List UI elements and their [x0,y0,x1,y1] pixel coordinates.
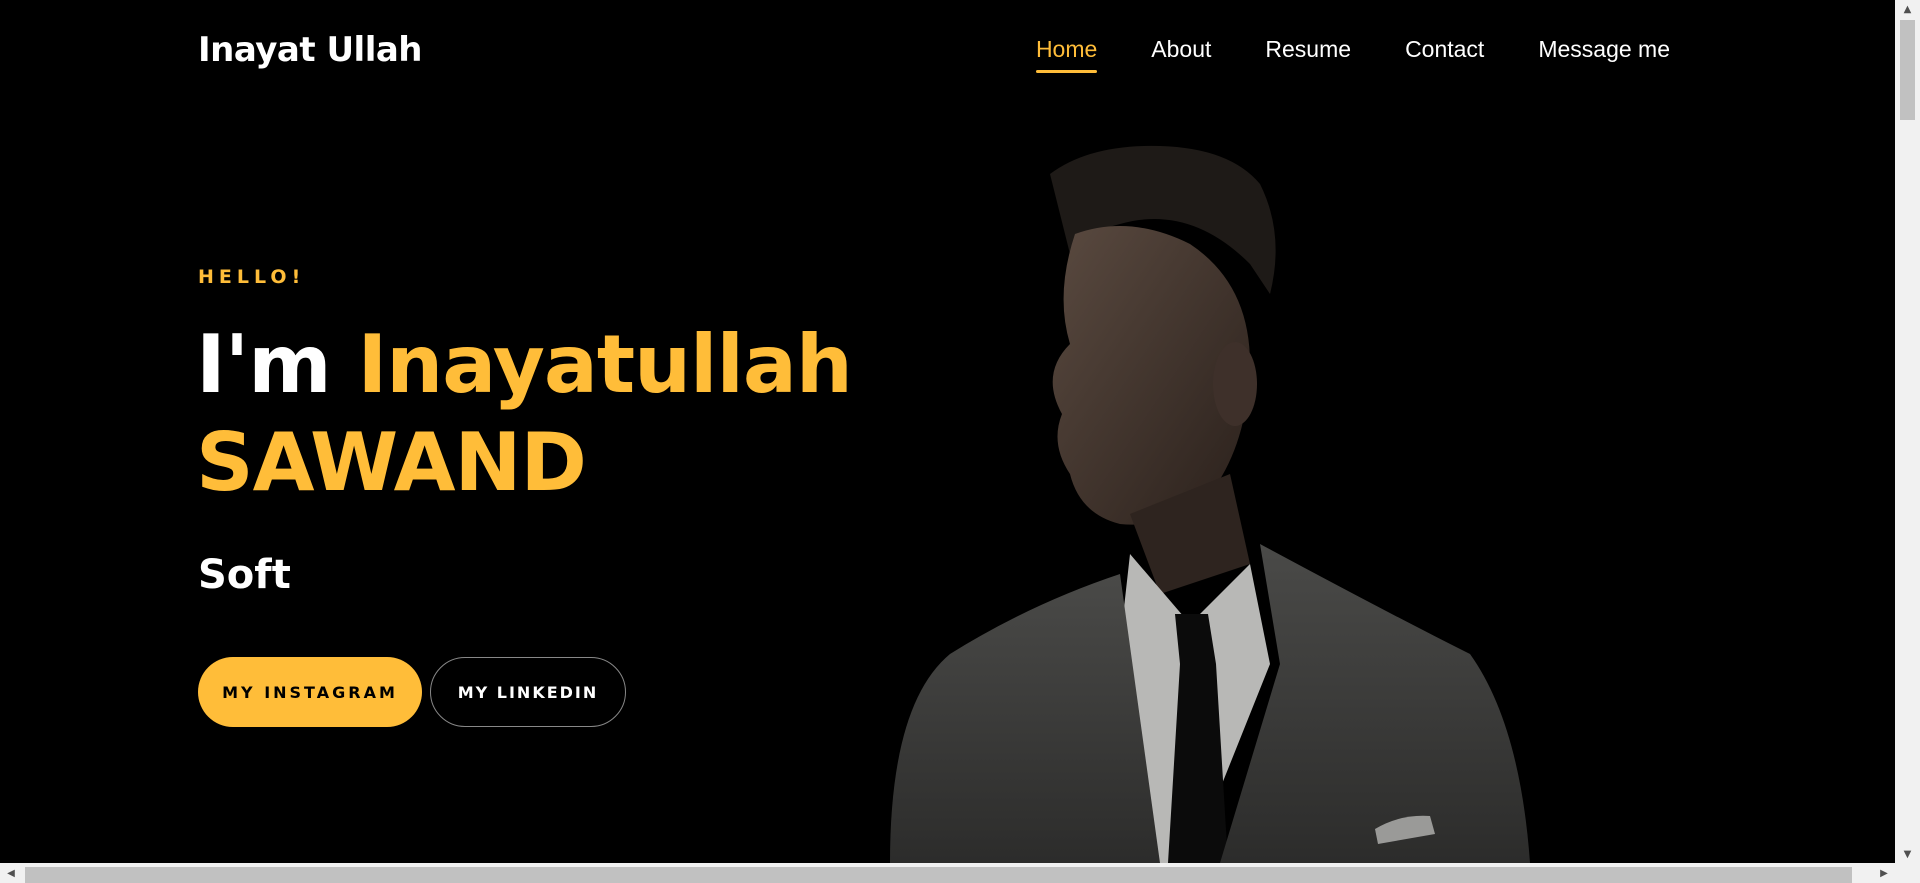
hero-greeting: HELLO! [198,266,306,288]
headline-prefix: I'm [196,318,332,411]
nav-message-me[interactable]: Message me [1538,36,1670,73]
scroll-up-arrow-icon[interactable]: ▲ [1895,0,1920,18]
horizontal-scroll-thumb[interactable] [25,867,1852,883]
nav-resume[interactable]: Resume [1265,36,1351,73]
nav-home[interactable]: Home [1035,36,1098,73]
hero-role: Soft [198,552,291,598]
vertical-scroll-thumb[interactable] [1900,20,1915,120]
linkedin-button[interactable]: MY LINKEDIN [430,657,626,727]
portrait-photo [830,144,1650,863]
headline-name-last: SAWAND [196,416,587,509]
headline-name-first: Inayatullah [357,318,852,411]
vertical-scrollbar[interactable]: ▲ ▼ [1895,0,1920,863]
brand-logo[interactable]: Inayat Ullah [198,30,423,70]
scroll-left-arrow-icon[interactable]: ◀ [0,863,22,883]
nav-about[interactable]: About [1151,36,1211,73]
nav-contact[interactable]: Contact [1405,36,1484,73]
scroll-right-arrow-icon[interactable]: ▶ [1873,863,1895,883]
horizontal-scrollbar[interactable]: ◀ ▶ [0,863,1920,883]
page: Inayat Ullah Home About Resume Contact M… [0,0,1895,863]
scroll-down-arrow-icon[interactable]: ▼ [1895,845,1920,863]
instagram-button[interactable]: MY INSTAGRAM [198,657,422,727]
hero-headline: I'm Inayatullah SAWAND [196,316,896,512]
scrollbar-corner [1895,863,1920,883]
main-nav: Home About Resume Contact Message me [1035,36,1670,73]
